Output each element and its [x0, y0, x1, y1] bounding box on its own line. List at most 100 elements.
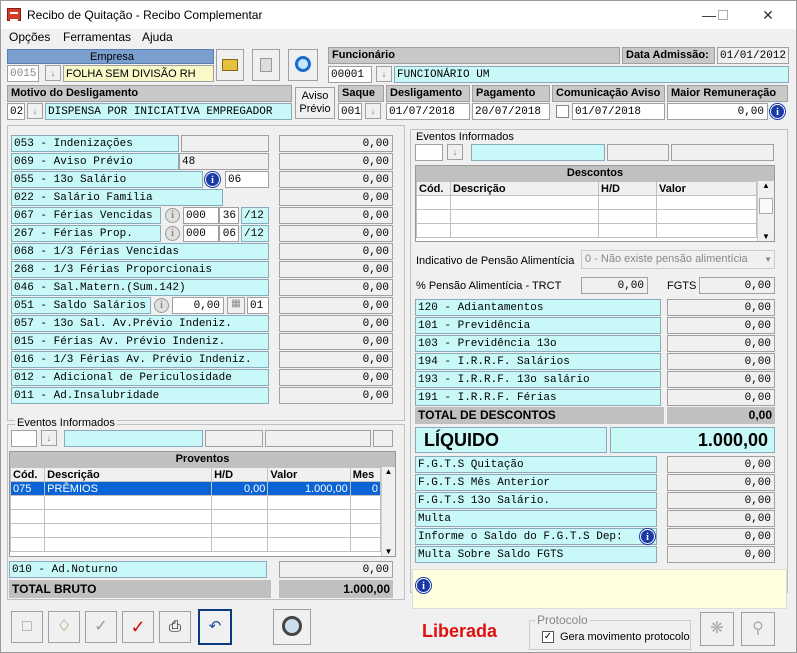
eventos-right-valor[interactable]	[671, 144, 774, 161]
calculator-icon[interactable]: ▦	[227, 297, 245, 314]
scroll-up-icon[interactable]: ▲	[758, 181, 774, 190]
discount-row-value[interactable]: 0,00	[667, 371, 775, 388]
fgts-row-value[interactable]: 0,00	[667, 546, 775, 563]
table-row[interactable]	[416, 195, 757, 210]
earning-row-value[interactable]: 0,00	[279, 333, 393, 350]
menu-ajuda[interactable]: Ajuda	[142, 30, 173, 44]
motivo-dropdown-icon[interactable]: ↓	[27, 103, 43, 119]
empresa-dropdown-icon[interactable]: ↓	[45, 65, 61, 81]
eventos-left-desc[interactable]	[64, 430, 203, 447]
earning-row-value[interactable]: 0,00	[279, 369, 393, 386]
fgts-row-value[interactable]: 0,00	[667, 492, 775, 509]
menu-opcoes[interactable]: Opções	[9, 30, 50, 44]
eventos-left-valor[interactable]	[265, 430, 371, 447]
decimo-meses-field[interactable]: 06	[225, 171, 269, 188]
eventos-right-dropdown-icon[interactable]: ↓	[447, 144, 463, 160]
pensao-select[interactable]: 0 - Não existe pensão alimentícia ▼	[581, 250, 775, 269]
earning-row-value[interactable]: 0,00	[279, 171, 393, 188]
table-row[interactable]	[9, 537, 382, 552]
saldo-info-icon[interactable]: i	[154, 298, 169, 313]
protocolo-checkbox[interactable]: ✓	[542, 631, 554, 643]
close-button[interactable]: ✕	[753, 5, 783, 25]
table-row[interactable]	[9, 495, 382, 510]
ferias-dias-field[interactable]: 000	[183, 225, 219, 242]
earning-row-extra[interactable]	[181, 135, 269, 152]
print-button[interactable]: ⎙	[159, 611, 191, 643]
earning-row-value[interactable]: 0,00	[279, 315, 393, 332]
confirm-button[interactable]: ✓	[122, 611, 154, 643]
maximize-button[interactable]	[708, 5, 738, 25]
eventos-right-desc[interactable]	[471, 144, 605, 161]
ferias-avos-field[interactable]: 36	[219, 207, 239, 224]
table-row[interactable]	[416, 209, 757, 224]
descontos-scrollbar[interactable]: ▲ ▼	[757, 181, 774, 241]
discount-row-value[interactable]: 0,00	[667, 389, 775, 406]
noturno-value[interactable]: 0,00	[279, 561, 393, 578]
trct-field[interactable]: 0,00	[581, 277, 648, 294]
earning-row-value[interactable]: 0,00	[279, 279, 393, 296]
empresa-name-field[interactable]: FOLHA SEM DIVISÃO RH	[63, 65, 214, 82]
search-employee-button[interactable]	[288, 49, 318, 81]
pagamento-field[interactable]: 20/07/2018	[472, 103, 550, 120]
fgts-saldo-info-icon[interactable]: i	[640, 529, 655, 544]
comunicacao-field[interactable]: 01/07/2018	[572, 103, 665, 120]
saque-dropdown-icon[interactable]: ↓	[365, 103, 381, 119]
eventos-left-dropdown-icon[interactable]: ↓	[41, 430, 57, 446]
discount-row-value[interactable]: 0,00	[667, 353, 775, 370]
motivo-code-field[interactable]: 02	[7, 103, 25, 120]
tool-button[interactable]: ❋	[700, 612, 734, 646]
delete-button[interactable]: ♢	[48, 611, 80, 643]
eventos-left-hd[interactable]	[205, 430, 263, 447]
empresa-code-field[interactable]: 0015	[7, 65, 39, 82]
proventos-scrollbar[interactable]: ▲ ▼	[381, 467, 395, 556]
earning-row-value[interactable]: 0,00	[279, 225, 393, 242]
saque-field[interactable]: 001	[338, 103, 362, 120]
earning-row-value[interactable]: 0,00	[279, 351, 393, 368]
earning-row-value[interactable]: 0,00	[279, 261, 393, 278]
scroll-down-icon[interactable]: ▼	[758, 232, 774, 241]
table-row[interactable]	[416, 223, 757, 238]
eventos-left-mes[interactable]	[373, 430, 393, 447]
funcionario-code-field[interactable]: 00001	[328, 66, 372, 83]
funcionario-name-field[interactable]: FUNCIONÁRIO UM	[394, 66, 789, 83]
earning-row-value[interactable]: 0,00	[279, 189, 393, 206]
maior-remuneracao-field[interactable]: 0,00	[667, 103, 768, 120]
scroll-down-icon[interactable]: ▼	[382, 547, 395, 556]
aviso-dias-field[interactable]: 48	[179, 153, 269, 170]
earning-row-value[interactable]: 0,00	[279, 135, 393, 152]
earning-row-value[interactable]: 0,00	[279, 387, 393, 404]
saldo-mes-field[interactable]: 01	[247, 297, 269, 314]
fgts-field[interactable]: 0,00	[699, 277, 775, 294]
ferias-avos-field[interactable]: 06	[219, 225, 239, 242]
earning-row-value[interactable]: 0,00	[279, 243, 393, 260]
save-button[interactable]: □	[11, 611, 43, 643]
fgts-row-value[interactable]: 0,00	[667, 510, 775, 527]
confirm-gray-button[interactable]: ✓	[85, 611, 117, 643]
earning-row-value[interactable]: 0,00	[279, 297, 393, 314]
earning-row-value[interactable]: 0,00	[279, 207, 393, 224]
admissao-field[interactable]: 01/01/2012	[717, 47, 789, 64]
discount-row-value[interactable]: 0,00	[667, 317, 775, 334]
decimo-info-icon[interactable]: i	[205, 172, 220, 187]
undo-button[interactable]: ↶	[198, 609, 232, 645]
aviso-previo-button[interactable]: Aviso Prévio	[295, 87, 335, 119]
discount-row-value[interactable]: 0,00	[667, 299, 775, 316]
maior-info-icon[interactable]: i	[770, 104, 785, 119]
menu-ferramentas[interactable]: Ferramentas	[63, 30, 131, 44]
motivo-name-field[interactable]: DISPENSA POR INICIATIVA EMPREGADOR	[45, 103, 292, 120]
open-folder-button[interactable]	[216, 49, 244, 81]
ferias-dias-field[interactable]: 000	[183, 207, 219, 224]
search-button[interactable]	[273, 609, 311, 645]
fgts-row-value[interactable]: 0,00	[667, 528, 775, 545]
ferias-info-icon[interactable]: i	[165, 226, 180, 241]
eventos-right-code[interactable]	[415, 144, 443, 161]
table-row[interactable]: 075 PRÊMIOS 0,00 1.000,00 0	[9, 481, 382, 496]
table-row[interactable]	[9, 509, 382, 524]
funcionario-dropdown-icon[interactable]: ↓	[376, 66, 392, 82]
find-user-button[interactable]: ⚲	[741, 612, 775, 646]
eventos-right-hd[interactable]	[607, 144, 669, 161]
fgts-row-value[interactable]: 0,00	[667, 474, 775, 491]
document-button[interactable]	[252, 49, 280, 81]
eventos-left-code[interactable]	[11, 430, 37, 447]
saldo-dias-field[interactable]: 0,00	[172, 297, 224, 314]
